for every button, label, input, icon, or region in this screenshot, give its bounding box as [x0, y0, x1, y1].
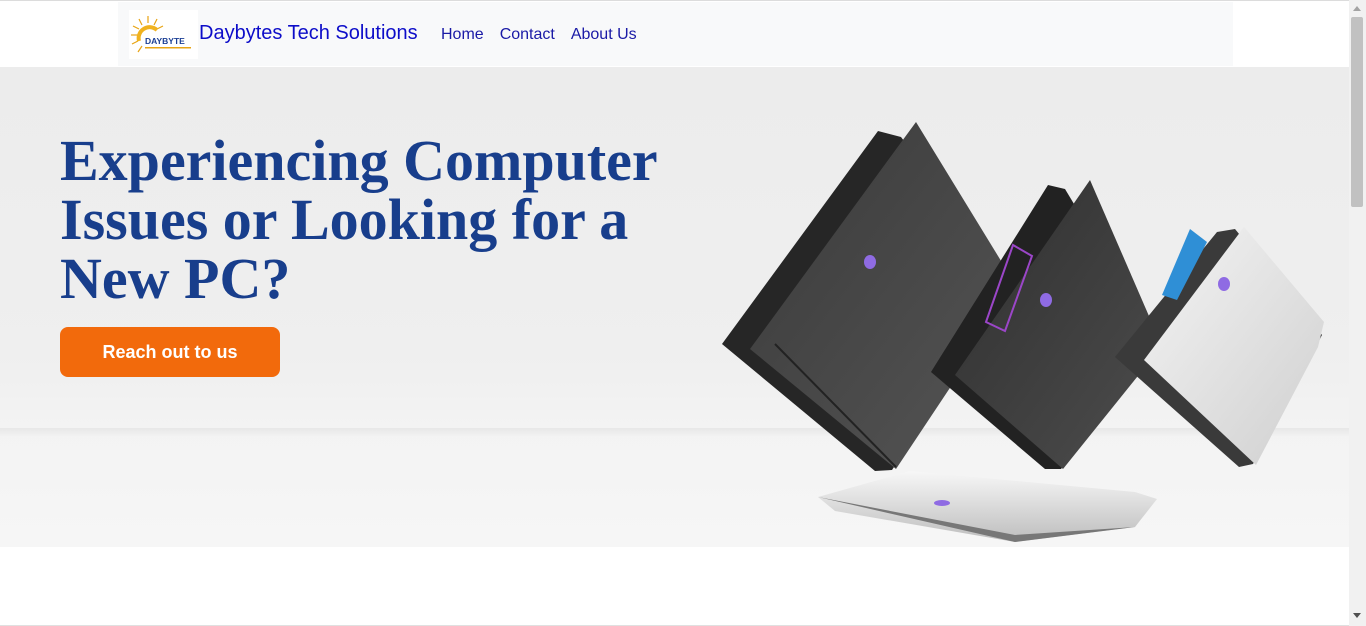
hero-section: Experiencing Computer Issues or Looking … — [0, 67, 1349, 547]
scroll-thumb[interactable] — [1351, 17, 1363, 207]
reach-out-button[interactable]: Reach out to us — [60, 327, 280, 377]
hero-title: Experiencing Computer Issues or Looking … — [60, 128, 657, 311]
scroll-down-arrow-icon[interactable] — [1353, 613, 1361, 618]
top-border — [0, 0, 1349, 1]
brand-link[interactable]: Daybytes Tech Solutions — [199, 22, 418, 45]
laptops-image — [722, 122, 1324, 542]
logo-text: DAYBYTE — [145, 36, 185, 46]
brand-logo[interactable]: DAYBYTE — [129, 10, 198, 59]
laptop-white-right — [1115, 227, 1324, 467]
nav-home-link[interactable]: Home — [441, 26, 484, 44]
nav-about-link[interactable]: About Us — [571, 26, 637, 44]
navbar: DAYBYTE Daybytes Tech Solutions Home Con… — [118, 2, 1233, 66]
vertical-scrollbar[interactable] — [1349, 0, 1366, 626]
scroll-up-arrow-icon[interactable] — [1353, 6, 1361, 11]
laptop-dark-left — [722, 122, 1017, 471]
sun-logo-icon: DAYBYTE — [131, 16, 191, 53]
nav-links: Home Contact About Us — [441, 26, 637, 44]
nav-contact-link[interactable]: Contact — [500, 26, 555, 44]
laptop-closed-bottom — [818, 471, 1157, 542]
